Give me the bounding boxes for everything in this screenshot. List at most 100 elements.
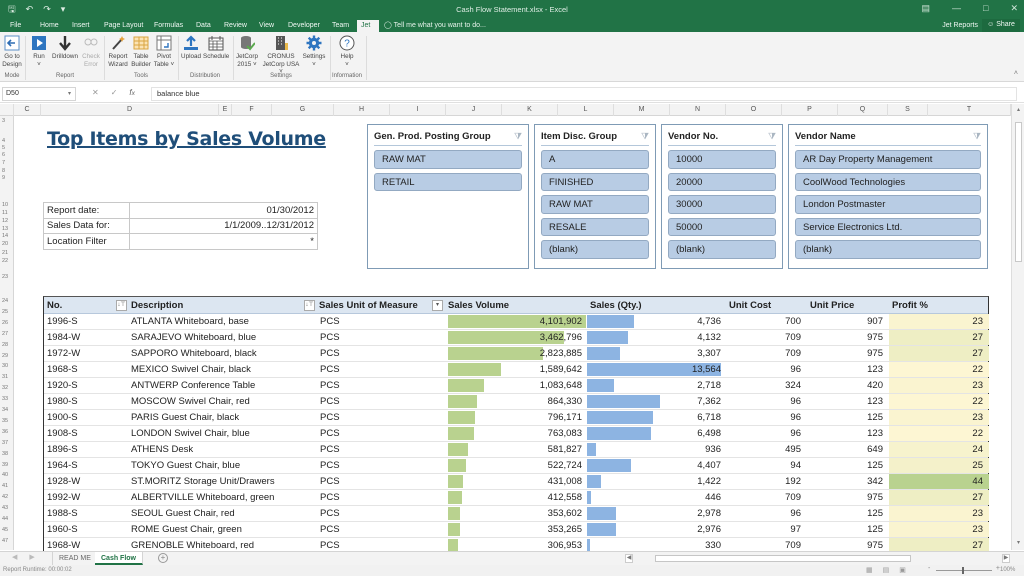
cell-no[interactable]: 1984-W [47,330,80,346]
ribbon-display-icon[interactable]: ▤ [922,3,931,14]
cell-no[interactable]: 1992-W [47,490,80,506]
slicer-item[interactable]: 20000 [668,172,776,191]
row-header[interactable]: 39 [0,462,14,468]
clear-filter-icon[interactable]: ⧩ [641,129,649,144]
cell-unit-cost[interactable]: 709 [724,490,801,506]
header-unit-price[interactable]: Unit Price [810,297,854,314]
cell-sales-volume[interactable]: 2,823,885 [448,346,582,362]
column-header[interactable]: L [558,104,614,116]
row-header[interactable]: 36 [0,429,14,435]
help-button[interactable]: ? Help ˅ [334,35,360,68]
cell-uom[interactable]: PCS [320,506,340,522]
tab-data[interactable]: Data [192,20,215,32]
cell-unit-cost[interactable]: 324 [724,378,801,394]
cell-no[interactable]: 1988-S [47,506,78,522]
clear-filter-icon[interactable]: ⧩ [973,129,981,144]
cell-unit-cost[interactable]: 709 [724,330,801,346]
row-header[interactable]: 34 [0,407,14,413]
row-header[interactable]: 41 [0,483,14,489]
pivot-table-button[interactable]: Pivot Table ˅ [153,35,175,68]
row-header[interactable]: 21 [0,250,14,256]
slicer-item[interactable]: 10000 [668,150,776,169]
cronus-jetcorp-usa-button[interactable]: CRONUS JetCorp USA ˅ [261,35,301,76]
column-header[interactable]: O [726,104,782,116]
cell-profit[interactable]: 27 [889,490,983,506]
table-builder-button[interactable]: Table Builder [130,35,152,68]
schedule-button[interactable]: Schedule [203,35,229,61]
cell-unit-price[interactable]: 649 [804,442,883,458]
tab-review[interactable]: Review [220,20,251,32]
row-header[interactable]: 5 [0,145,14,151]
cell-unit-price[interactable]: 123 [804,426,883,442]
cell-uom[interactable]: PCS [320,410,340,426]
select-all-corner[interactable] [0,104,14,116]
cell-description[interactable]: ANTWERP Conference Table [131,378,255,394]
cell-uom[interactable]: PCS [320,314,340,330]
column-header[interactable]: J [446,104,502,116]
page-layout-view-icon[interactable]: ▤ [883,566,890,574]
tab-file[interactable]: File [6,20,25,32]
cell-description[interactable]: SARAJEVO Whiteboard, blue [131,330,256,346]
maximize-icon[interactable]: □ [983,3,988,14]
check-error-button[interactable]: Check Error [81,35,101,68]
cell-uom[interactable]: PCS [320,490,340,506]
cell-sales-volume[interactable]: 412,558 [448,490,582,506]
cell-description[interactable]: ROME Guest Chair, green [131,522,242,538]
cell-profit[interactable]: 22 [889,426,983,442]
cell-description[interactable]: ST.MORITZ Storage Unit/Drawers [131,474,275,490]
cell-sales-volume[interactable]: 353,265 [448,522,582,538]
clear-filter-icon[interactable]: ⧩ [768,129,776,144]
minimize-icon[interactable]: — [952,3,961,14]
cell-description[interactable]: MEXICO Swivel Chair, black [131,362,251,378]
close-icon[interactable]: ✕ [1010,3,1018,14]
slicer-item[interactable]: AR Day Property Management [795,150,981,169]
clear-filter-icon[interactable]: ⧩ [514,129,522,144]
cell-sales-volume[interactable]: 431,008 [448,474,582,490]
column-header[interactable]: Q [838,104,888,116]
cell-description[interactable]: ALBERTVILLE Whiteboard, green [131,490,274,506]
name-box[interactable]: D50 ▾ [2,87,76,101]
tab-page-layout[interactable]: Page Layout [100,20,147,32]
cell-description[interactable]: LONDON Swivel Chair, blue [131,426,250,442]
row-header[interactable]: 9 [0,175,14,181]
cell-sales-volume[interactable]: 1,083,648 [448,378,582,394]
header-unit-cost[interactable]: Unit Cost [729,297,771,314]
row-header[interactable]: 4 [0,138,14,144]
cell-no[interactable]: 1896-S [47,442,78,458]
cell-sales-volume[interactable]: 522,724 [448,458,582,474]
scroll-right-icon[interactable]: ▶ [1002,554,1010,563]
row-header[interactable]: 40 [0,472,14,478]
scroll-down-icon[interactable]: ▾ [1014,539,1023,548]
tab-team[interactable]: Team [328,20,353,32]
tab-jet[interactable]: Jet [357,20,379,32]
column-header[interactable]: C [14,104,41,116]
collapse-ribbon-icon[interactable]: ˄ [1014,70,1018,77]
row-header[interactable]: 38 [0,451,14,457]
column-header[interactable]: G [272,104,334,116]
cell-sales-volume[interactable]: 763,083 [448,426,582,442]
zoom-level[interactable]: 100% [1000,567,1015,573]
slicer-item[interactable]: RAW MAT [374,150,522,169]
slicer-item[interactable]: (blank) [668,240,776,259]
cell-no[interactable]: 1900-S [47,410,78,426]
row-header[interactable]: 13 [0,226,14,232]
cell-unit-cost[interactable]: 96 [724,362,801,378]
header-no[interactable]: No. [47,297,62,314]
cell-description[interactable]: MOSCOW Swivel Chair, red [131,394,250,410]
next-sheet-icon[interactable]: ▶ [29,553,34,561]
slicer-item[interactable]: 50000 [668,217,776,236]
row-header[interactable]: 25 [0,309,14,315]
info-value[interactable]: * [129,233,318,250]
info-value[interactable]: 01/30/2012 [129,202,318,219]
tab-home[interactable]: Home [36,20,63,32]
report-wizard-button[interactable]: Report Wizard [107,35,129,68]
cell-uom[interactable]: PCS [320,426,340,442]
cell-description[interactable]: PARIS Guest Chair, black [131,410,239,426]
cell-unit-cost[interactable]: 495 [724,442,801,458]
cell-unit-cost[interactable]: 96 [724,410,801,426]
column-header[interactable]: H [334,104,390,116]
cell-sales-qty[interactable]: 936 [587,442,721,458]
slicer-item[interactable]: (blank) [541,240,649,259]
cell-no[interactable]: 1968-S [47,362,78,378]
slicer-item[interactable]: RESALE [541,217,649,236]
